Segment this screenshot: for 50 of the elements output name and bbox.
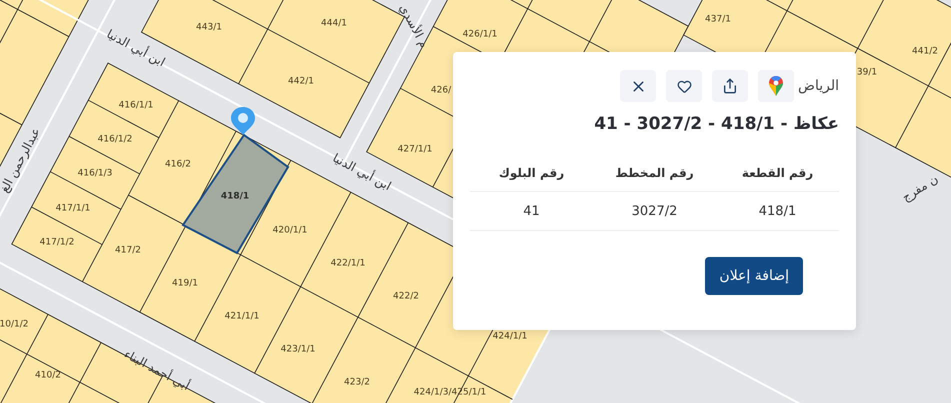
table-cell: 418/1 — [716, 192, 839, 231]
street-name: ابن أبي الدنيا — [330, 152, 394, 192]
street-name: ن مفرج — [900, 172, 940, 204]
parcel-number: 426/1/1 — [462, 30, 498, 40]
parcel-number: 423/2 — [344, 378, 370, 388]
parcel-number: 443/1 — [196, 24, 222, 32]
heart-icon — [676, 78, 692, 94]
parcel-number: 410/2 — [35, 372, 61, 380]
parcel-number: 416/1/1 — [118, 102, 154, 110]
close-button[interactable] — [620, 70, 656, 102]
parcel-number: 424/1/1 — [492, 332, 528, 342]
parcel-number: 39/1 — [856, 68, 878, 78]
maps-button[interactable] — [758, 70, 794, 102]
parcel-number: 442/1 — [288, 78, 314, 86]
parcel-number: 10/1/2 — [0, 320, 28, 330]
parcel-number: 427/1/1 — [398, 146, 432, 154]
parcel-number: 419/1 — [172, 280, 198, 288]
parcel-number: 416/1/2 — [98, 136, 132, 144]
city-name: الرياض — [798, 78, 839, 94]
table-cell: 41 — [470, 192, 593, 231]
column-header: رقم البلوك — [470, 154, 593, 192]
parcel-title: عكاظ - 418/1 - 3027/2 - 41 — [593, 114, 839, 134]
add-listing-button[interactable]: إضافة إعلان — [705, 257, 803, 295]
share-icon — [722, 78, 738, 94]
parcel-number: 417/1/1 — [56, 204, 90, 214]
parcel-number: 423/1/1 — [280, 346, 316, 354]
parcel-number: 426/ — [430, 86, 452, 96]
parcel-number: 441/2 — [912, 48, 938, 56]
parcel-number: 444/1 — [321, 20, 347, 28]
street-name: م الأسدي — [398, 2, 430, 50]
parcel-number: 416/2 — [165, 160, 191, 170]
street-name: عبدالرحمن الغ — [0, 126, 42, 194]
parcel-number: 422/1/1 — [330, 260, 366, 268]
table-cell: 3027/2 — [593, 192, 716, 231]
parcel-number: 437/1 — [705, 16, 731, 24]
column-header: رقم القطعة — [716, 154, 839, 192]
map-pin-icon — [769, 76, 784, 96]
favorite-button[interactable] — [666, 70, 702, 102]
parcel-number: 421/1/1 — [224, 312, 260, 322]
street-name: ابن أبي الدنيا — [104, 28, 168, 68]
parcel-number: 417/2 — [115, 246, 141, 256]
street-name: أبي أحمد البناء — [122, 348, 192, 392]
parcel-number: 420/1/1 — [272, 226, 308, 236]
location-pin-icon — [231, 107, 255, 135]
share-button[interactable] — [712, 70, 748, 102]
parcel-number: 418/1 — [220, 192, 250, 202]
parcel-number: 416/1/3 — [78, 170, 112, 178]
column-header: رقم المخطط — [593, 154, 716, 192]
parcel-number: 417/1/2 — [40, 238, 74, 248]
parcel-number: 422/2 — [393, 292, 419, 302]
